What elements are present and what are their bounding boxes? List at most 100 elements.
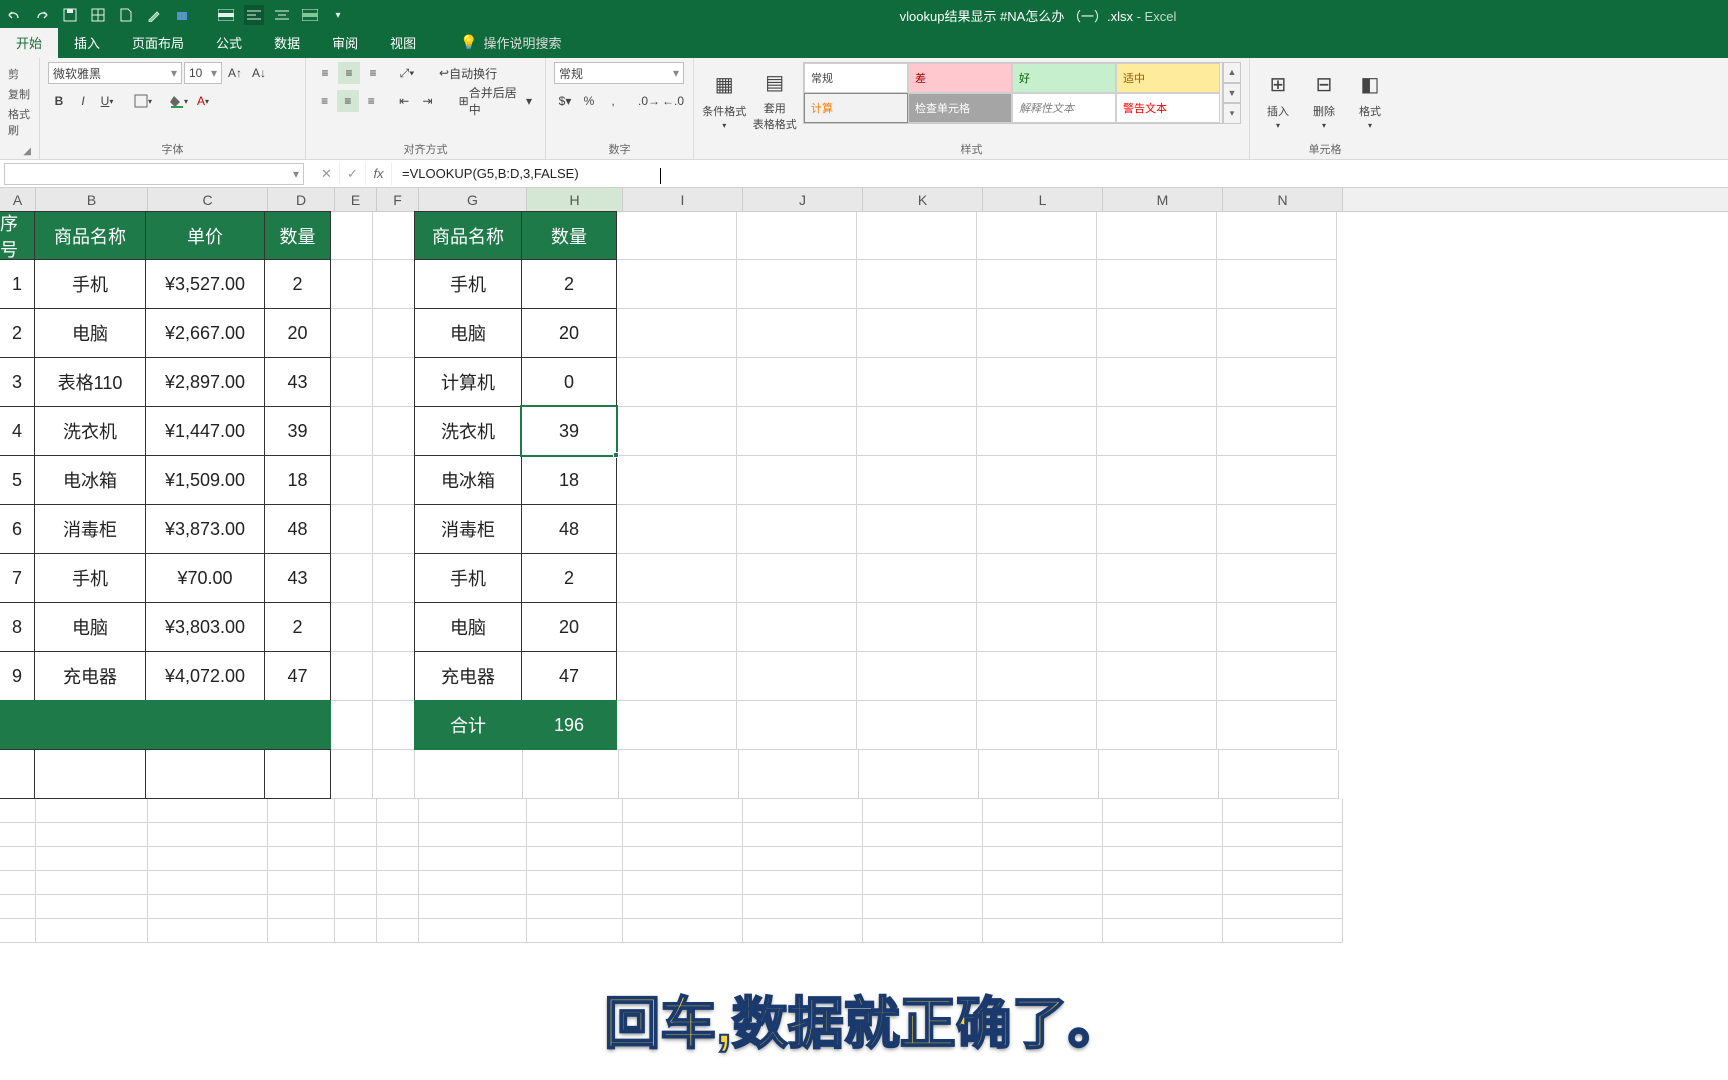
- cancel-formula-icon[interactable]: ✕: [314, 163, 340, 185]
- style-bad[interactable]: 差: [908, 63, 1012, 93]
- cell[interactable]: [0, 823, 36, 847]
- cell[interactable]: ¥2,897.00: [145, 357, 265, 407]
- fill-icon[interactable]: [172, 5, 192, 25]
- cell[interactable]: [1097, 456, 1217, 505]
- cell[interactable]: [527, 799, 623, 823]
- cell[interactable]: [1223, 847, 1343, 871]
- cell[interactable]: 2: [521, 553, 617, 603]
- cell[interactable]: [148, 847, 268, 871]
- font-name-dropdown[interactable]: 微软雅黑▾: [48, 62, 182, 84]
- increase-font-icon[interactable]: A↑: [224, 62, 246, 84]
- cell[interactable]: 43: [264, 553, 331, 603]
- cell[interactable]: [264, 749, 331, 799]
- cell[interactable]: [977, 309, 1097, 358]
- cell[interactable]: [1103, 895, 1223, 919]
- cell[interactable]: [1217, 603, 1337, 652]
- cell[interactable]: 20: [521, 602, 617, 652]
- cell[interactable]: [331, 456, 373, 505]
- cell[interactable]: [857, 652, 977, 701]
- cell[interactable]: [1223, 799, 1343, 823]
- cell[interactable]: 消毒柜: [34, 504, 146, 554]
- cell[interactable]: [335, 895, 377, 919]
- style-normal[interactable]: 常规: [804, 63, 908, 93]
- col-header-J[interactable]: J: [743, 188, 863, 211]
- cell[interactable]: [857, 603, 977, 652]
- grid-icon[interactable]: [88, 5, 108, 25]
- col-header-C[interactable]: C: [148, 188, 268, 211]
- cell[interactable]: ¥1,509.00: [145, 455, 265, 505]
- selection-handle[interactable]: [613, 452, 619, 458]
- cell[interactable]: [264, 700, 331, 750]
- tab-insert[interactable]: 插入: [58, 28, 116, 58]
- cell[interactable]: [145, 749, 265, 799]
- style-explain[interactable]: 解释性文本: [1012, 93, 1116, 123]
- cell[interactable]: [1217, 652, 1337, 701]
- cell[interactable]: 电脑: [34, 308, 146, 358]
- cell[interactable]: [527, 823, 623, 847]
- cell[interactable]: [977, 652, 1097, 701]
- cell[interactable]: [373, 603, 415, 652]
- cell[interactable]: [373, 260, 415, 309]
- cell[interactable]: [983, 919, 1103, 943]
- cell[interactable]: 消毒柜: [414, 504, 522, 554]
- cell[interactable]: [36, 823, 148, 847]
- currency-icon[interactable]: $▾: [554, 90, 576, 112]
- cell[interactable]: [1103, 823, 1223, 847]
- cell[interactable]: [1097, 603, 1217, 652]
- cell[interactable]: [863, 823, 983, 847]
- cell[interactable]: 0: [521, 357, 617, 407]
- percent-icon[interactable]: %: [578, 90, 600, 112]
- cell[interactable]: 1: [0, 259, 35, 309]
- cell[interactable]: [268, 871, 335, 895]
- merge-center-button[interactable]: ⊞ 合并后居中 ▾: [454, 90, 537, 112]
- cell[interactable]: 6: [0, 504, 35, 554]
- cell[interactable]: [1097, 260, 1217, 309]
- cell[interactable]: 电冰箱: [34, 455, 146, 505]
- cell[interactable]: [857, 554, 977, 603]
- cell[interactable]: 43: [264, 357, 331, 407]
- cell[interactable]: [373, 358, 415, 407]
- cell[interactable]: [331, 260, 373, 309]
- cell[interactable]: ¥2,667.00: [145, 308, 265, 358]
- cell[interactable]: 48: [521, 504, 617, 554]
- cell[interactable]: [977, 603, 1097, 652]
- cell[interactable]: [1217, 358, 1337, 407]
- cell[interactable]: [419, 823, 527, 847]
- indent-decrease-icon[interactable]: ⇤: [394, 90, 415, 112]
- cell[interactable]: [617, 407, 737, 456]
- align-middle-icon[interactable]: ≡: [338, 62, 360, 84]
- cell[interactable]: [268, 823, 335, 847]
- file-icon[interactable]: [116, 5, 136, 25]
- col-header-H[interactable]: H: [527, 188, 623, 211]
- cell[interactable]: 4: [0, 406, 35, 456]
- cell[interactable]: [863, 871, 983, 895]
- cell[interactable]: [331, 750, 373, 799]
- cell[interactable]: [617, 212, 737, 260]
- cell[interactable]: 47: [264, 651, 331, 701]
- cell[interactable]: ¥3,803.00: [145, 602, 265, 652]
- cell[interactable]: [377, 847, 419, 871]
- cell[interactable]: ¥1,447.00: [145, 406, 265, 456]
- align-bottom-icon[interactable]: ≡: [362, 62, 384, 84]
- cell[interactable]: [743, 847, 863, 871]
- cell[interactable]: 47: [521, 651, 617, 701]
- cell[interactable]: 商品名称: [34, 211, 146, 260]
- cell[interactable]: [335, 847, 377, 871]
- cell[interactable]: ¥3,527.00: [145, 259, 265, 309]
- spreadsheet-grid[interactable]: A B C D E F G H I J K L M N 序号 商品名称 单价 数…: [0, 188, 1728, 1080]
- col-header-E[interactable]: E: [335, 188, 377, 211]
- cell[interactable]: 洗衣机: [414, 406, 522, 456]
- cell[interactable]: 洗衣机: [34, 406, 146, 456]
- cell[interactable]: [1097, 309, 1217, 358]
- cell[interactable]: [619, 750, 739, 799]
- cell[interactable]: [737, 407, 857, 456]
- cell[interactable]: [617, 260, 737, 309]
- cell[interactable]: 8: [0, 602, 35, 652]
- cell[interactable]: 18: [264, 455, 331, 505]
- cell[interactable]: [373, 407, 415, 456]
- cell[interactable]: [1097, 701, 1217, 750]
- col-header-L[interactable]: L: [983, 188, 1103, 211]
- cell[interactable]: [857, 701, 977, 750]
- cell[interactable]: [623, 823, 743, 847]
- cell[interactable]: 合计: [414, 700, 522, 750]
